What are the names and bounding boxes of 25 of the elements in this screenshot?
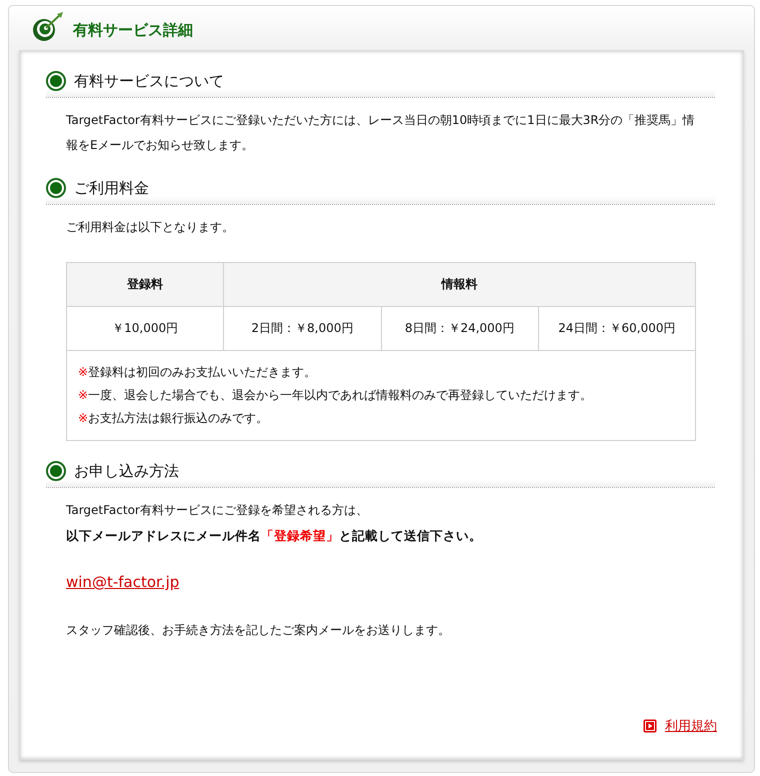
body-text: TargetFactor有料サービスにご登録いただいた方には、レース当日の朝10時頃までに1日に最大3R分の「推奨馬」情報をEメールでお知らせ致します。 <box>66 112 696 154</box>
bullet-icon <box>46 71 66 91</box>
section-heading: お申し込み方法 <box>74 462 179 480</box>
play-icon <box>643 719 657 733</box>
table-cell: 8日間：￥24,000円 <box>381 306 538 350</box>
column-header: 情報料 <box>224 262 696 306</box>
bullet-icon <box>46 178 66 198</box>
body-text: TargetFactor有料サービスにご登録を希望される方は、 <box>66 502 369 519</box>
body-text: ご利用料金は以下となります。 <box>66 219 235 236</box>
table-cell: ￥10,000円 <box>66 306 224 350</box>
instruction-text: 以下メールアドレスにメール件名「登録希望」と記載して送信下さい。 <box>66 527 483 545</box>
section-heading: ご利用料金 <box>74 178 149 198</box>
target-icon <box>31 12 65 42</box>
terms-link[interactable]: 利用規約 <box>665 717 717 735</box>
table-cell: 24日間：￥60,000円 <box>538 306 696 350</box>
note-text: ※一度、退会した場合でも、退会から一年以内であれば情報料のみで再登録していただけます。 <box>78 387 594 404</box>
section-heading: 有料サービスについて <box>74 72 224 90</box>
email-link[interactable]: win@t-factor.jp <box>66 573 180 591</box>
body-text: スタッフ確認後、お手続き方法を記したご案内メールをお送りします。 <box>66 622 451 639</box>
table-cell: 2日間：￥8,000円 <box>224 306 381 350</box>
column-header: 登録料 <box>66 262 224 306</box>
page-title: 有料サービス詳細 <box>73 20 193 40</box>
bullet-icon <box>46 461 66 481</box>
note-text: ※お支払方法は銀行振込のみです。 <box>78 410 270 427</box>
note-text: ※登録料は初回のみお支払いいただきます。 <box>78 364 318 381</box>
